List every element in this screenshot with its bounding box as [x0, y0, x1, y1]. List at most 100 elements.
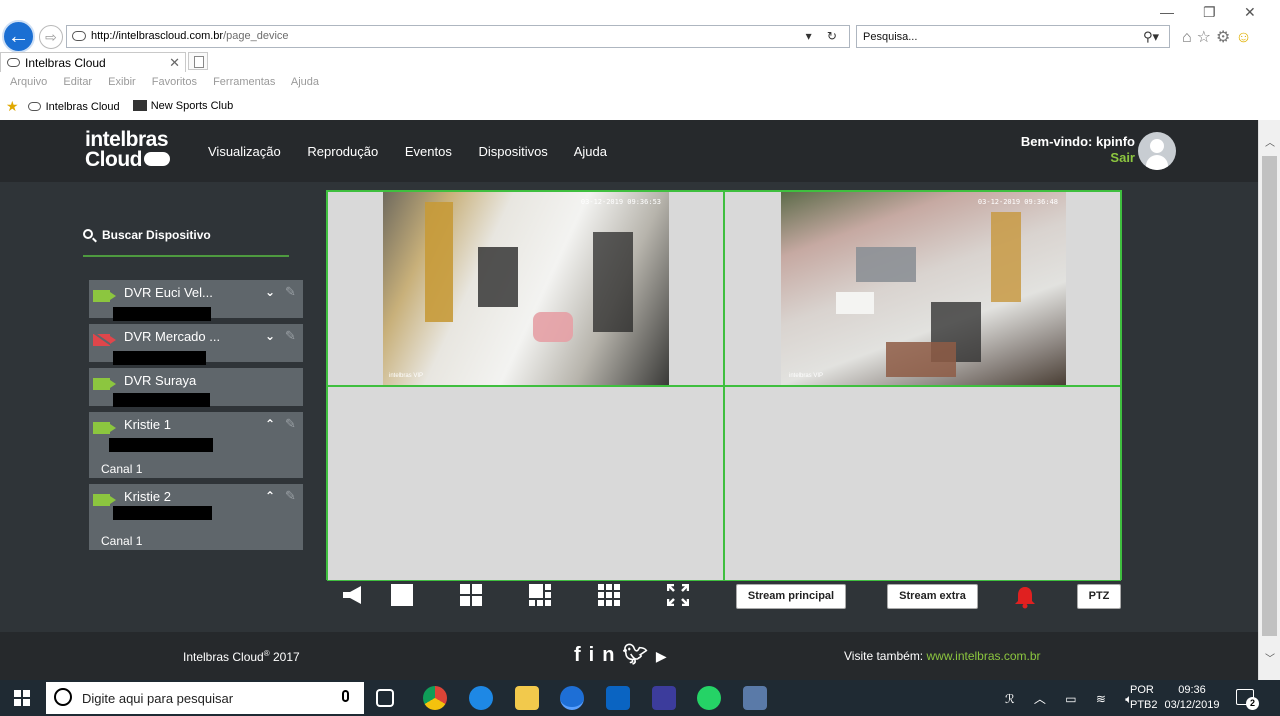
- task-view-icon[interactable]: [376, 689, 394, 707]
- internet-explorer-icon[interactable]: [560, 686, 584, 710]
- redacted-info: [113, 506, 212, 520]
- chrome-icon[interactable]: [423, 686, 447, 710]
- menu-ferramentas[interactable]: Ferramentas: [213, 76, 275, 88]
- video-cell-3[interactable]: [327, 386, 724, 581]
- device-item-kristie-1[interactable]: Kristie 1 ⌃ ✎ Canal 1: [89, 412, 303, 478]
- favorite-new-sports-club[interactable]: New Sports Club: [132, 100, 233, 112]
- forward-button[interactable]: ⇨: [39, 25, 63, 49]
- address-url: http://intelbrascloud.com.br/page_device: [91, 30, 289, 42]
- device-item-dvr-mercado[interactable]: DVR Mercado ... ⌄ ✎: [89, 324, 303, 365]
- close-window-icon[interactable]: ✕: [1244, 4, 1256, 21]
- nav-visualizacao[interactable]: Visualização: [208, 144, 281, 159]
- edge-icon[interactable]: [469, 686, 493, 710]
- browser-toolbar-icons[interactable]: ⌂☆⚙☺: [1182, 27, 1257, 47]
- nav-ajuda[interactable]: Ajuda: [574, 144, 607, 159]
- youtube-icon[interactable]: ▶: [656, 648, 675, 664]
- address-tools[interactable]: ▾ ↻: [806, 29, 843, 43]
- minimize-icon[interactable]: —: [1160, 4, 1174, 20]
- system-tray[interactable]: ℛ ︿ ▭ ≋ 🔈︎: [1005, 690, 1141, 707]
- chevron-down-icon[interactable]: ⌄: [265, 329, 275, 343]
- menu-exibir[interactable]: Exibir: [108, 76, 136, 88]
- camera-offline-icon: [93, 334, 116, 346]
- menu-arquivo[interactable]: Arquivo: [10, 76, 47, 88]
- new-tab-button[interactable]: [188, 52, 208, 70]
- device-item-dvr-suraya[interactable]: DVR Suraya: [89, 368, 303, 407]
- pencil-icon[interactable]: ✎: [285, 416, 296, 432]
- ptz-button[interactable]: PTZ: [1077, 584, 1121, 609]
- footer: Intelbras Cloud® 2017 fin🐦︎▶ Visite tamb…: [0, 632, 1258, 680]
- linkedin-icon[interactable]: in: [589, 644, 623, 666]
- device-item-kristie-2[interactable]: Kristie 2 ⌃ ✎ Canal 1: [89, 484, 303, 550]
- device-search[interactable]: Buscar Dispositivo: [83, 228, 211, 242]
- language-indicator[interactable]: POR PTB2: [1130, 683, 1158, 713]
- nav-eventos[interactable]: Eventos: [405, 144, 452, 159]
- fullscreen-icon[interactable]: [667, 584, 689, 606]
- scroll-up-icon[interactable]: ︿: [1265, 134, 1275, 149]
- feed-furniture: [478, 247, 518, 307]
- chevron-up-icon[interactable]: ⌃: [265, 417, 275, 431]
- video-cell-2[interactable]: 03-12-2019 09:36:48 intelbras VIP: [724, 191, 1121, 386]
- scroll-down-icon[interactable]: ﹀: [1265, 650, 1275, 665]
- browser-search-box[interactable]: Pesquisa... ⚲▾: [856, 25, 1170, 48]
- chevron-down-icon[interactable]: ⌄: [265, 285, 275, 299]
- pencil-icon[interactable]: ✎: [285, 488, 296, 504]
- back-button[interactable]: ←: [2, 20, 35, 53]
- video-cell-4[interactable]: [724, 386, 1121, 581]
- page-scrollbar[interactable]: ︿ ﹀: [1258, 120, 1280, 680]
- save-app-icon[interactable]: [652, 686, 676, 710]
- smiley-icon[interactable]: ☺: [1235, 29, 1256, 46]
- facebook-icon[interactable]: f: [574, 644, 589, 666]
- channel-item[interactable]: Canal 1: [101, 462, 142, 476]
- notification-icon[interactable]: 2: [1236, 689, 1259, 710]
- restore-icon[interactable]: ❐: [1203, 4, 1216, 21]
- camera-feed[interactable]: 03-12-2019 09:36:53 intelbras VIP: [383, 192, 669, 385]
- taskbar-search[interactable]: Digite aqui para pesquisar: [46, 682, 364, 714]
- avatar[interactable]: [1138, 132, 1176, 170]
- windows-start-icon[interactable]: [14, 690, 30, 706]
- pencil-icon[interactable]: ✎: [285, 328, 296, 344]
- address-bar[interactable]: http://intelbrascloud.com.br/page_device…: [66, 25, 850, 48]
- scrollbar-thumb[interactable]: [1262, 156, 1277, 636]
- grid-1plus5-icon[interactable]: [529, 584, 551, 606]
- grid-3x3-icon[interactable]: [598, 584, 620, 606]
- bell-alarm-icon[interactable]: [1014, 585, 1036, 609]
- stream-extra-button[interactable]: Stream extra: [887, 584, 978, 609]
- browser-tab[interactable]: Intelbras Cloud ✕: [0, 52, 186, 72]
- menu-favoritos[interactable]: Favoritos: [152, 76, 197, 88]
- nav-reproducao[interactable]: Reprodução: [307, 144, 378, 159]
- video-cell-1[interactable]: 03-12-2019 09:36:53 intelbras VIP: [327, 191, 724, 386]
- intelbras-cloud-logo[interactable]: intelbras Cloud: [85, 129, 170, 170]
- cloud-icon: [27, 102, 41, 111]
- favorite-intelbras-cloud[interactable]: Intelbras Cloud: [27, 101, 120, 113]
- single-view-icon[interactable]: [391, 584, 413, 606]
- intelbras-site-link[interactable]: www.intelbras.com.br: [927, 649, 1041, 663]
- speaker-icon[interactable]: [341, 584, 363, 606]
- stream-principal-button[interactable]: Stream principal: [736, 584, 846, 609]
- clock[interactable]: 09:36 03/12/2019: [1164, 683, 1220, 713]
- grid-2x2-icon[interactable]: [460, 584, 482, 606]
- nav-dispositivos[interactable]: Dispositivos: [478, 144, 547, 159]
- remote-desktop-icon[interactable]: [743, 686, 767, 710]
- close-tab-icon[interactable]: ✕: [169, 55, 180, 71]
- channel-item[interactable]: Canal 1: [101, 534, 142, 548]
- chevron-up-icon[interactable]: ⌃: [265, 489, 275, 503]
- gear-icon[interactable]: ⚙: [1216, 29, 1235, 46]
- logout-link[interactable]: Sair: [1021, 150, 1135, 165]
- browser-search-placeholder: Pesquisa...: [863, 31, 918, 43]
- menu-editar[interactable]: Editar: [63, 76, 92, 88]
- cortana-icon: [54, 688, 72, 706]
- camera-feed[interactable]: 03-12-2019 09:36:48 intelbras VIP: [781, 192, 1066, 385]
- whatsapp-icon[interactable]: [697, 686, 721, 710]
- menu-ajuda[interactable]: Ajuda: [291, 76, 319, 88]
- home-icon[interactable]: ⌂: [1182, 29, 1197, 46]
- outlook-icon[interactable]: [606, 686, 630, 710]
- twitter-icon[interactable]: 🐦︎: [622, 644, 655, 666]
- pencil-icon[interactable]: ✎: [285, 284, 296, 300]
- microphone-icon[interactable]: [342, 690, 349, 702]
- favorites-star-icon[interactable]: ★: [6, 98, 19, 114]
- footer-visit: Visite também: www.intelbras.com.br: [844, 649, 1041, 663]
- file-explorer-icon[interactable]: [515, 686, 539, 710]
- search-icon[interactable]: ⚲▾: [1143, 29, 1159, 45]
- device-item-dvr-euci[interactable]: DVR Euci Vel... ⌄ ✎: [89, 280, 303, 321]
- favorites-star-icon[interactable]: ☆: [1197, 29, 1216, 46]
